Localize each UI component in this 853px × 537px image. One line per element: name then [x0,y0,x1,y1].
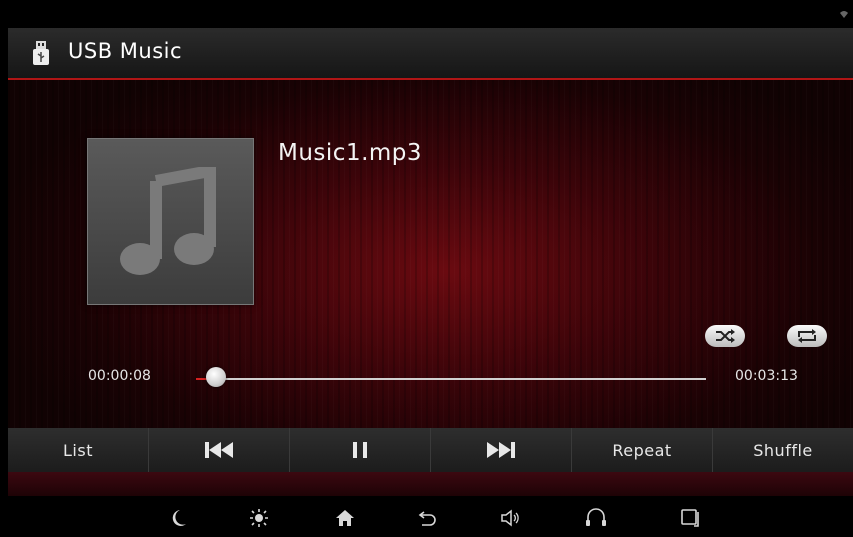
repeat-icon [798,329,816,343]
volume-icon[interactable] [499,508,521,528]
shuffle-icon [716,329,735,343]
previous-icon [205,442,233,458]
shuffle-button[interactable]: Shuffle [713,428,853,472]
track-name: Music1.mp3 [278,140,423,166]
system-bar [8,496,853,537]
total-time: 00:03:13 [735,368,798,384]
album-art [87,138,254,305]
status-bar [8,8,853,28]
control-bar: List Repeat Shuffle [8,428,853,472]
app-frame: USB Music Music1.mp3 00:00:08 00:03:13 L… [8,8,853,537]
player-area: Music1.mp3 00:00:08 00:03:13 [8,80,853,428]
list-button[interactable]: List [8,428,149,472]
divider-band [8,472,853,496]
music-note-icon [120,167,216,275]
pause-icon [353,442,367,458]
next-icon [487,442,515,458]
brightness-icon[interactable] [248,508,270,528]
previous-button[interactable] [149,428,290,472]
progress-track[interactable] [196,378,706,380]
page-title: USB Music [68,39,183,63]
home-icon[interactable] [334,508,356,528]
wifi-icon [840,11,848,18]
next-button[interactable] [431,428,572,472]
phone-icon[interactable] [585,508,607,528]
elapsed-time: 00:00:08 [88,368,151,384]
back-icon[interactable] [416,508,438,528]
usb-icon [33,41,49,65]
repeat-mode-button[interactable] [787,325,827,347]
header: USB Music [8,28,853,80]
screen-off-icon[interactable] [680,508,702,528]
progress-knob[interactable] [206,367,227,387]
repeat-button[interactable]: Repeat [572,428,713,472]
night-mode-icon[interactable] [168,508,190,528]
pause-button[interactable] [290,428,431,472]
shuffle-mode-button[interactable] [705,325,745,347]
